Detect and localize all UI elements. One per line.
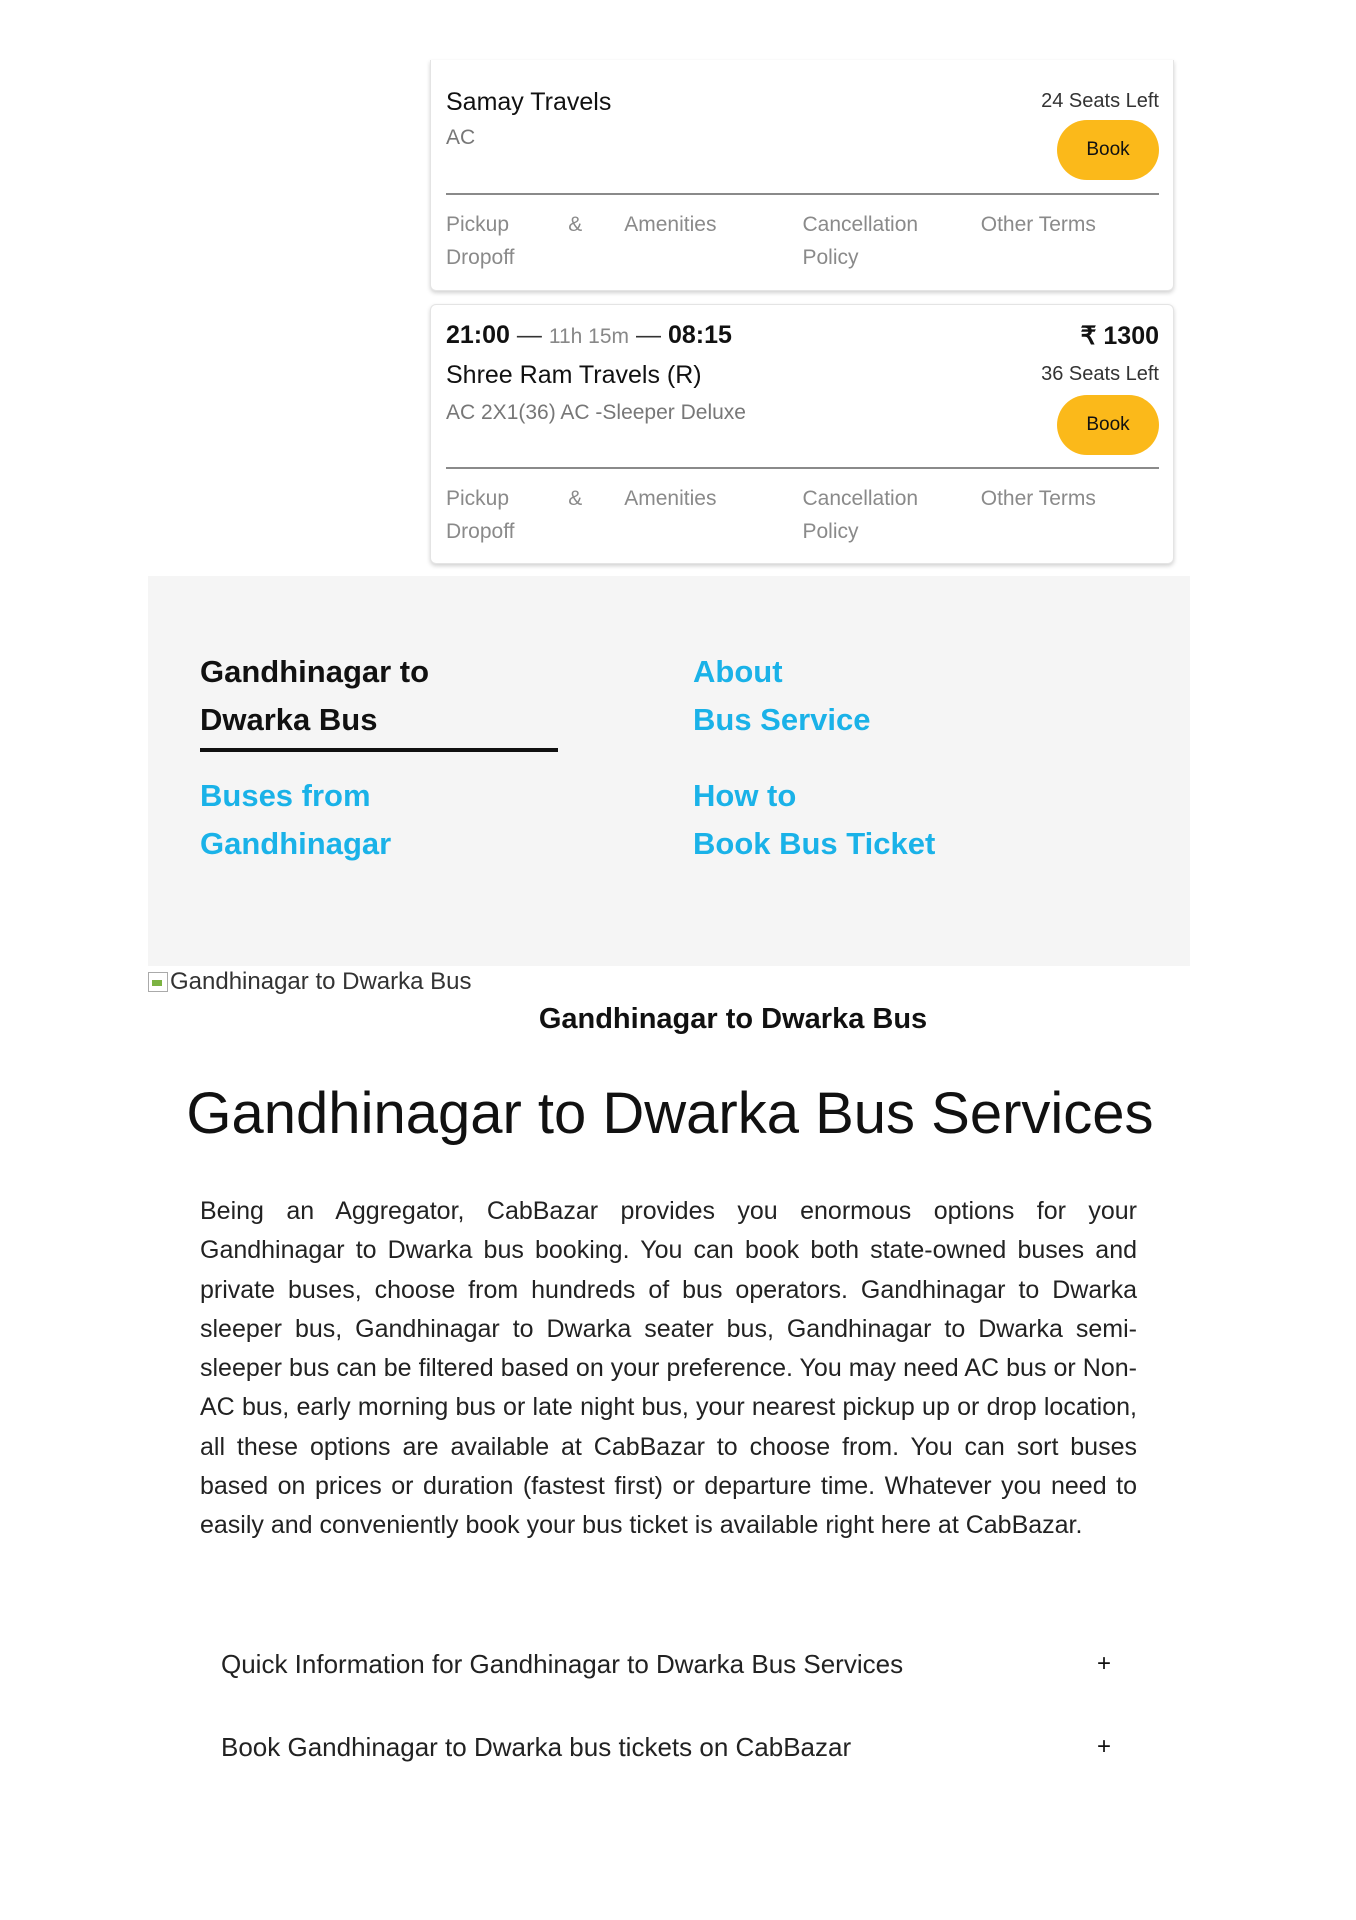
- journey-times: 21:00 — 11h 15m — 08:15: [446, 321, 732, 349]
- tab-dropoff-label: Dropoff: [446, 520, 515, 543]
- tab-cancellation-label: Cancellation: [802, 487, 919, 510]
- link-line: How to: [693, 778, 797, 813]
- accordion-label: Book Gandhinagar to Dwarka bus tickets o…: [221, 1731, 852, 1762]
- operator-name: Samay Travels: [446, 88, 612, 116]
- accordion-label: Quick Information for Gandhinagar to Dwa…: [221, 1648, 904, 1679]
- description-paragraph: Being an Aggregator, CabBazar provides y…: [200, 1197, 1137, 1540]
- tab-amp-label: &: [568, 213, 583, 236]
- link-how-to-book-bus-ticket[interactable]: How to Book Bus Ticket: [693, 772, 935, 868]
- link-line: Book Bus Ticket: [693, 826, 936, 861]
- listing-tabs: Pickup & Dropoff Amenities Cancellation P…: [446, 482, 1159, 548]
- route-links-panel: Gandhinagar to Dwarka Bus About Bus Serv…: [148, 576, 1190, 966]
- broken-image-icon: [148, 972, 168, 992]
- book-button[interactable]: Book: [1057, 395, 1159, 455]
- tab-amenities[interactable]: Amenities: [624, 482, 802, 548]
- tab-policy-label: Policy: [802, 246, 859, 269]
- tab-pickup-label: Pickup: [446, 487, 510, 510]
- plus-icon: +: [1096, 1733, 1111, 1760]
- section-title: Gandhinagar to Dwarka Bus Services: [186, 1081, 1154, 1146]
- divider: [446, 467, 1159, 469]
- book-button[interactable]: Book: [1057, 120, 1159, 180]
- link-line: Dwarka Bus: [200, 702, 378, 737]
- link-line: Bus Service: [693, 702, 871, 737]
- bus-listing-card: 21:00 — 11h 15m — 08:15 ₹ 1300 Shree Ram…: [430, 304, 1174, 564]
- link-buses-from-gandhinagar[interactable]: Buses from Gandhinagar: [200, 772, 391, 868]
- plus-icon: +: [1096, 1650, 1111, 1677]
- image-alt-text: Gandhinagar to Dwarka Bus: [170, 968, 472, 995]
- link-gandhinagar-to-dwarka-bus[interactable]: Gandhinagar to Dwarka Bus: [200, 648, 429, 744]
- tab-amp-label: &: [568, 487, 583, 510]
- tab-cancellation-label: Cancellation: [802, 213, 919, 236]
- tab-other-terms[interactable]: Other Terms: [981, 208, 1159, 274]
- tab-amenities[interactable]: Amenities: [624, 208, 802, 274]
- image-caption: Gandhinagar to Dwarka Bus: [538, 1003, 928, 1035]
- journey-duration: 11h 15m: [548, 325, 630, 348]
- fare-price: ₹ 1300: [1080, 322, 1159, 350]
- departure-time: 21:00: [446, 321, 510, 349]
- tab-policy-label: Policy: [802, 520, 859, 543]
- tab-cancellation-policy[interactable]: Cancellation Policy: [803, 208, 981, 274]
- tab-pickup-dropoff[interactable]: Pickup & Dropoff: [446, 482, 624, 548]
- tab-pickup-label: Pickup: [446, 213, 510, 236]
- tab-other-terms[interactable]: Other Terms: [981, 482, 1159, 548]
- bus-type: AC: [446, 126, 476, 149]
- listing-tabs: Pickup & Dropoff Amenities Cancellation P…: [446, 208, 1159, 274]
- link-line: About: [693, 654, 783, 689]
- link-about-bus-service[interactable]: About Bus Service: [693, 648, 871, 744]
- seats-left: 24 Seats Left: [1041, 90, 1159, 112]
- tab-dropoff-label: Dropoff: [446, 246, 515, 269]
- operator-name: Shree Ram Travels (R): [446, 361, 702, 389]
- arrival-time: 08:15: [667, 321, 732, 349]
- active-link-underline: [200, 748, 558, 752]
- link-line: Gandhinagar to: [200, 654, 430, 689]
- tab-pickup-dropoff[interactable]: Pickup & Dropoff: [446, 208, 624, 274]
- divider: [446, 193, 1159, 195]
- bus-listing-card: Samay Travels AC 24 Seats Left Book Pick…: [430, 60, 1174, 291]
- link-line: Buses from: [200, 778, 371, 813]
- accordion-book-tickets[interactable]: Book Gandhinagar to Dwarka bus tickets o…: [221, 1727, 1111, 1767]
- bus-type: AC 2X1(36) AC -Sleeper Deluxe: [446, 401, 746, 424]
- tab-cancellation-policy[interactable]: Cancellation Policy: [803, 482, 981, 548]
- route-image: Gandhinagar to Dwarka Bus: [148, 968, 472, 996]
- link-line: Gandhinagar: [200, 826, 392, 861]
- accordion-quick-information[interactable]: Quick Information for Gandhinagar to Dwa…: [221, 1644, 1111, 1684]
- seats-left: 36 Seats Left: [1041, 363, 1159, 385]
